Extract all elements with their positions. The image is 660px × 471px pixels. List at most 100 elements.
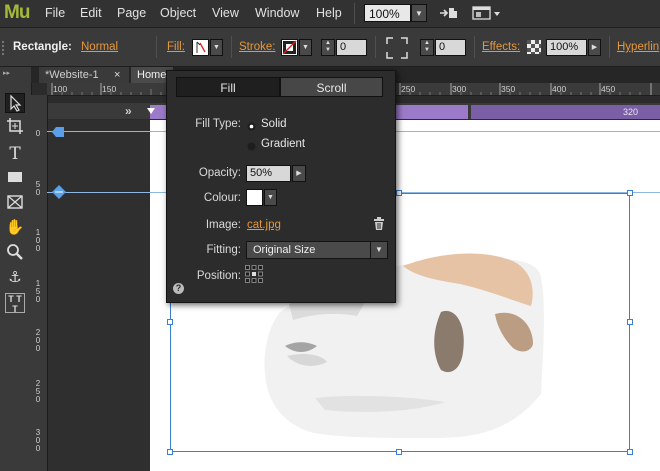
menu-bar: Mu File Edit Page Object View Window Hel… [0, 0, 660, 28]
fill-link[interactable]: Fill: [167, 41, 185, 53]
trash-icon[interactable] [373, 217, 385, 230]
stroke-swatch[interactable] [281, 39, 298, 56]
fitting-dropdown[interactable]: Original Size ▼ [246, 241, 388, 259]
tab-scroll[interactable]: Scroll [280, 77, 383, 97]
position-grid-icon[interactable] [245, 265, 263, 283]
ruler-tick-label: 100 [53, 84, 68, 94]
stroke-width-stepper[interactable]: ▲ ▼ [321, 39, 335, 56]
tab-title: *Website-1 [45, 69, 99, 81]
menu-page[interactable]: Page [117, 6, 146, 20]
object-type-label: Rectangle: [13, 41, 72, 53]
rectangle-tool-icon[interactable] [5, 168, 25, 188]
fill-type-label: Fill Type: [195, 118, 241, 130]
ruler-tick-label: 2 0 0 [35, 328, 41, 353]
fill-swatch[interactable] [192, 39, 209, 56]
opacity-label: Opacity: [198, 167, 241, 179]
menu-divider [354, 3, 355, 24]
hyperlinks-link[interactable]: Hyperlin [617, 41, 659, 53]
page-nav-icon[interactable] [438, 5, 460, 21]
ruler-tick-label: 300 [452, 84, 467, 94]
gradient-radio[interactable] [247, 140, 256, 151]
menu-object[interactable]: Object [160, 6, 196, 20]
solid-radio[interactable] [247, 120, 256, 131]
control-divider [156, 36, 157, 58]
stroke-dropdown-arrow[interactable]: ▼ [299, 39, 312, 56]
opacity-slider-arrow[interactable]: ▶ [588, 39, 601, 56]
ruler-tick-label: 1 0 0 [35, 228, 41, 253]
control-divider [375, 36, 376, 58]
resize-handle[interactable] [167, 449, 173, 455]
resize-handle[interactable] [167, 319, 173, 325]
ruler-tick-label: 5 0 [35, 180, 41, 197]
gripper-icon [2, 40, 5, 56]
colour-dropdown-arrow[interactable]: ▼ [264, 189, 277, 206]
opacity-field[interactable]: 100% [546, 39, 587, 56]
image-file-link[interactable]: cat.jpg [247, 219, 281, 231]
chevron-down-icon[interactable]: ▼ [370, 242, 387, 258]
close-icon[interactable]: × [114, 67, 120, 83]
solid-label[interactable]: Solid [261, 118, 287, 130]
menu-edit[interactable]: Edit [80, 6, 102, 20]
ruler-tick-label: 450 [601, 84, 616, 94]
effects-checker-icon[interactable] [527, 40, 541, 54]
zoom-level-field[interactable]: 100% [364, 4, 411, 22]
control-divider [474, 36, 475, 58]
guide-handle-icon[interactable] [52, 126, 64, 137]
control-panel: Rectangle: Normal Fill: ▼ Stroke: ▼ ▲ ▼ 0… [0, 28, 660, 67]
fitting-label: Fitting: [206, 244, 241, 256]
menu-window[interactable]: Window [255, 6, 299, 20]
resize-handle[interactable] [627, 449, 633, 455]
tab-website-1[interactable]: *Website-1 × [39, 67, 129, 83]
resize-handle[interactable] [627, 319, 633, 325]
fill-panel: Fill Scroll Fill Type: Solid Gradient Op… [166, 70, 396, 303]
corner-radius-icon[interactable] [386, 37, 408, 59]
resize-handle[interactable] [627, 190, 633, 196]
corner-radius-field[interactable]: 0 [435, 39, 466, 56]
collapse-icon[interactable]: ▸▸ [3, 69, 10, 77]
opacity-slider-arrow[interactable]: ▶ [292, 165, 306, 182]
app-logo: Mu [4, 2, 30, 23]
fill-dropdown-arrow[interactable]: ▼ [210, 39, 223, 56]
ruler-tick-label: 2 5 0 [35, 379, 41, 404]
vertical-ruler: 0 5 0 1 0 0 1 5 0 2 0 0 2 5 0 3 0 0 [31, 95, 48, 471]
text-tool-icon[interactable]: T [5, 144, 25, 164]
selection-tool-icon[interactable] [5, 93, 25, 113]
stroke-link[interactable]: Stroke: [239, 41, 275, 53]
tools-panel: ▸▸ T ✋ ⚓ T TT [0, 67, 32, 471]
image-frame-tool-icon[interactable] [5, 193, 25, 213]
ruler-tick-label: 150 [102, 84, 117, 94]
resize-handle[interactable] [396, 449, 402, 455]
corner-radius-stepper[interactable]: ▲ ▼ [420, 39, 434, 56]
position-label: Position: [196, 270, 241, 282]
colour-swatch[interactable] [246, 189, 263, 206]
help-icon[interactable]: ? [173, 283, 184, 294]
ruler-tick-label: 0 [35, 129, 41, 138]
crop-tool-icon[interactable] [5, 117, 25, 137]
breakpoint-marker-icon[interactable] [147, 103, 155, 114]
breakpoint-range-active[interactable]: 320 [471, 105, 660, 119]
guide-handle-icon[interactable] [52, 185, 66, 199]
fill-opacity-field[interactable]: 50% [246, 165, 291, 182]
tab-fill[interactable]: Fill [176, 77, 280, 97]
menu-view[interactable]: View [212, 6, 239, 20]
object-state-link[interactable]: Normal [81, 41, 118, 53]
menu-help[interactable]: Help [316, 6, 342, 20]
zoom-dropdown-arrow[interactable]: ▼ [411, 4, 427, 22]
breakpoint-value: 320 [622, 107, 638, 117]
view-mode-icon[interactable] [472, 5, 502, 21]
image-label: Image: [205, 219, 241, 231]
ruler-tick-label: 250 [401, 84, 416, 94]
ruler-tick-label: 350 [501, 84, 516, 94]
resize-handle[interactable] [396, 190, 402, 196]
control-divider [609, 36, 610, 58]
stroke-width-field[interactable]: 0 [336, 39, 367, 56]
anchor-tool-icon[interactable]: ⚓ [5, 268, 25, 288]
breakpoint-expand-icon[interactable]: » [125, 103, 145, 119]
colour-label: Colour: [203, 192, 241, 204]
fill-stroke-text-icon[interactable]: T TT [5, 293, 25, 314]
menu-file[interactable]: File [45, 6, 65, 20]
hand-tool-icon[interactable]: ✋ [5, 218, 25, 238]
zoom-tool-icon[interactable] [5, 243, 25, 263]
effects-link[interactable]: Effects: [482, 41, 520, 53]
gradient-label[interactable]: Gradient [261, 138, 305, 150]
